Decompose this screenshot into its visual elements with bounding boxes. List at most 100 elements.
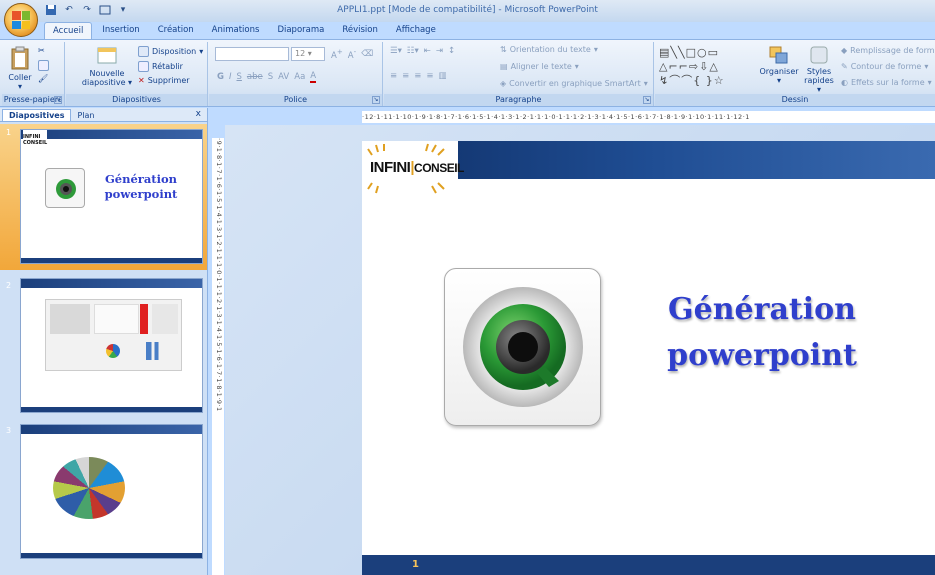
ribbon: Coller ▾ ✂ 🖌 Presse-papiers ↘ Nouvelle d…	[0, 39, 935, 107]
format-painter-button[interactable]: 🖌	[38, 74, 48, 83]
align-text-button[interactable]: ▤ Aligner le texte ▾	[500, 62, 579, 71]
font-launcher-icon[interactable]: ↘	[372, 96, 380, 104]
tab-creation[interactable]: Création	[150, 22, 202, 40]
paste-icon	[11, 46, 29, 70]
cut-icon: ✂	[38, 46, 45, 55]
quick-styles-label2: rapides	[804, 76, 834, 85]
tab-animations[interactable]: Animations	[204, 22, 268, 40]
thumb-number: 2	[6, 281, 12, 290]
smartart-button[interactable]: ◈ Convertir en graphique SmartArt ▾	[500, 79, 648, 88]
clipboard-launcher-icon[interactable]: ↘	[54, 96, 62, 104]
delete-label: Supprimer	[147, 76, 190, 85]
thumb-header-band	[21, 279, 202, 288]
shape-effects-button[interactable]: ◐ Effets sur la forme ▾	[841, 78, 932, 87]
line-spacing-icon[interactable]: ↕	[448, 46, 455, 56]
qlik-logo-card[interactable]	[444, 268, 601, 426]
thumb-footer-band	[21, 407, 202, 412]
align-row: ≡ ≡ ≡ ≡ ▥	[390, 71, 447, 81]
copy-button[interactable]	[38, 60, 49, 71]
thumb-qlik-logo-icon	[45, 168, 85, 208]
shapes-gallery[interactable]: ▤╲╲□○▭ △⌐⌐⇨⇩△ ↯⌒⌒{ }☆	[659, 46, 751, 88]
shape-fill-icon: ◆	[841, 46, 848, 55]
tab-diapositives[interactable]: Diapositives	[2, 109, 72, 121]
align-left-icon[interactable]: ≡	[390, 71, 397, 81]
thumb-title-line1: Génération	[104, 172, 178, 186]
layout-icon	[138, 46, 149, 57]
paragraph-launcher-icon[interactable]: ↘	[643, 96, 651, 104]
text-direction-button[interactable]: ⇅ Orientation du texte ▾	[500, 45, 598, 54]
slides-group-label: Diapositives	[66, 94, 207, 106]
delete-slide-button[interactable]: ✕ Supprimer	[138, 76, 190, 85]
strike-icon[interactable]: abe	[247, 72, 263, 82]
group-clipboard: Coller ▾ ✂ 🖌 Presse-papiers ↘	[2, 42, 65, 106]
tab-revision[interactable]: Révision	[334, 22, 386, 40]
font-name-field[interactable]	[215, 47, 289, 61]
office-button[interactable]	[4, 3, 38, 37]
bold-icon[interactable]: G	[217, 72, 224, 82]
tab-affichage[interactable]: Affichage	[388, 22, 444, 40]
close-pane-icon[interactable]: x	[196, 109, 201, 119]
shape-textbox-icon: ▤	[659, 46, 671, 59]
shape-outline-label: Contour de forme	[850, 62, 922, 71]
arrange-button[interactable]: Organiser ▾	[759, 45, 799, 85]
shape-fill-button[interactable]: ◆ Remplissage de form	[841, 46, 935, 55]
paste-dropdown-icon: ▾	[17, 82, 22, 91]
current-slide[interactable]: INFINI|CONSEIL Génération powerpoint 1	[362, 141, 935, 575]
slide-thumbnail-2[interactable]	[20, 278, 203, 413]
cut-button[interactable]: ✂	[38, 46, 45, 55]
paste-button[interactable]: Coller ▾	[6, 45, 34, 91]
case-icon[interactable]: Aa	[294, 72, 305, 82]
decrease-indent-icon[interactable]: ⇤	[424, 46, 431, 56]
font-color-icon[interactable]: A	[310, 71, 317, 83]
grow-font-icon[interactable]: A+	[331, 47, 343, 61]
slide-title[interactable]: Génération powerpoint	[622, 287, 902, 379]
thumb-pie-legend	[141, 453, 181, 523]
shrink-font-icon[interactable]: A-	[348, 47, 356, 61]
reset-button[interactable]: Rétablir	[138, 61, 183, 72]
spacing-icon[interactable]: AV	[278, 72, 289, 82]
group-font: 12 ▾ A+ A- ⌫ G I S abe S AV Aa A Police …	[209, 42, 383, 106]
new-slide-label: Nouvelle	[89, 69, 125, 78]
new-slide-icon	[97, 47, 117, 64]
clear-format-icon[interactable]: ⌫	[361, 49, 373, 59]
tab-diaporama[interactable]: Diaporama	[269, 22, 332, 40]
align-right-icon[interactable]: ≡	[414, 71, 421, 81]
bullets-icon[interactable]: ☰▾	[390, 46, 402, 56]
shape-outline-button[interactable]: ✎ Contour de forme ▾	[841, 62, 928, 71]
slide-title-line1: Génération	[668, 292, 856, 327]
tab-insertion[interactable]: Insertion	[94, 22, 147, 40]
layout-button[interactable]: Disposition ▾	[138, 46, 203, 57]
numbering-icon[interactable]: ☷▾	[407, 46, 419, 56]
slide-thumbnail-1[interactable]: INFINI CONSEIL Génération powerpoint	[20, 129, 203, 264]
layout-label: Disposition	[152, 47, 197, 56]
shadow-icon[interactable]: S	[268, 72, 273, 82]
new-slide-button[interactable]: Nouvelle diapositive ▾	[76, 45, 138, 87]
tab-accueil[interactable]: Accueil	[44, 22, 93, 40]
drawing-group-label: Dessin	[655, 94, 935, 106]
copy-icon	[38, 60, 49, 71]
align-text-label: Aligner le texte	[510, 62, 572, 71]
columns-icon[interactable]: ▥	[439, 71, 447, 81]
vertical-ruler-ticks: ·9·1·8·1·7·1·6·1·5·1·4·1·3·1·2·1·1·1·0·1…	[215, 138, 223, 412]
paste-label: Coller	[8, 73, 32, 82]
shape-outline-icon: ✎	[841, 62, 848, 71]
quick-styles-button[interactable]: Styles rapides ▾	[801, 45, 837, 94]
justify-icon[interactable]: ≡	[426, 71, 433, 81]
font-format-row: G I S abe S AV Aa A	[217, 71, 317, 83]
thumb-title-line2: powerpoint	[104, 187, 178, 201]
thumb-logo: INFINI CONSEIL	[23, 130, 47, 146]
shape-effects-icon: ◐	[841, 78, 848, 87]
slide-thumbnail-3[interactable]	[20, 424, 203, 559]
increase-indent-icon[interactable]: ⇥	[436, 46, 443, 56]
ribbon-tabs: Accueil Insertion Création Animations Di…	[44, 22, 444, 40]
italic-icon[interactable]: I	[229, 72, 232, 82]
thumb-title: Génération powerpoint	[91, 172, 191, 202]
group-paragraph: ☰▾ ☷▾ ⇤ ⇥ ↕ ≡ ≡ ≡ ≡ ▥ ⇅ Orientation du te…	[384, 42, 654, 106]
underline-icon[interactable]: S	[237, 72, 242, 82]
font-size-field[interactable]: 12 ▾	[291, 47, 325, 61]
group-slides: Nouvelle diapositive ▾ Disposition ▾ Rét…	[66, 42, 208, 106]
logo-text: INFINI|CONSEIL	[370, 159, 464, 176]
tab-plan[interactable]: Plan	[71, 110, 100, 121]
logo-text-right: CONSEIL	[414, 161, 464, 175]
align-center-icon[interactable]: ≡	[402, 71, 409, 81]
